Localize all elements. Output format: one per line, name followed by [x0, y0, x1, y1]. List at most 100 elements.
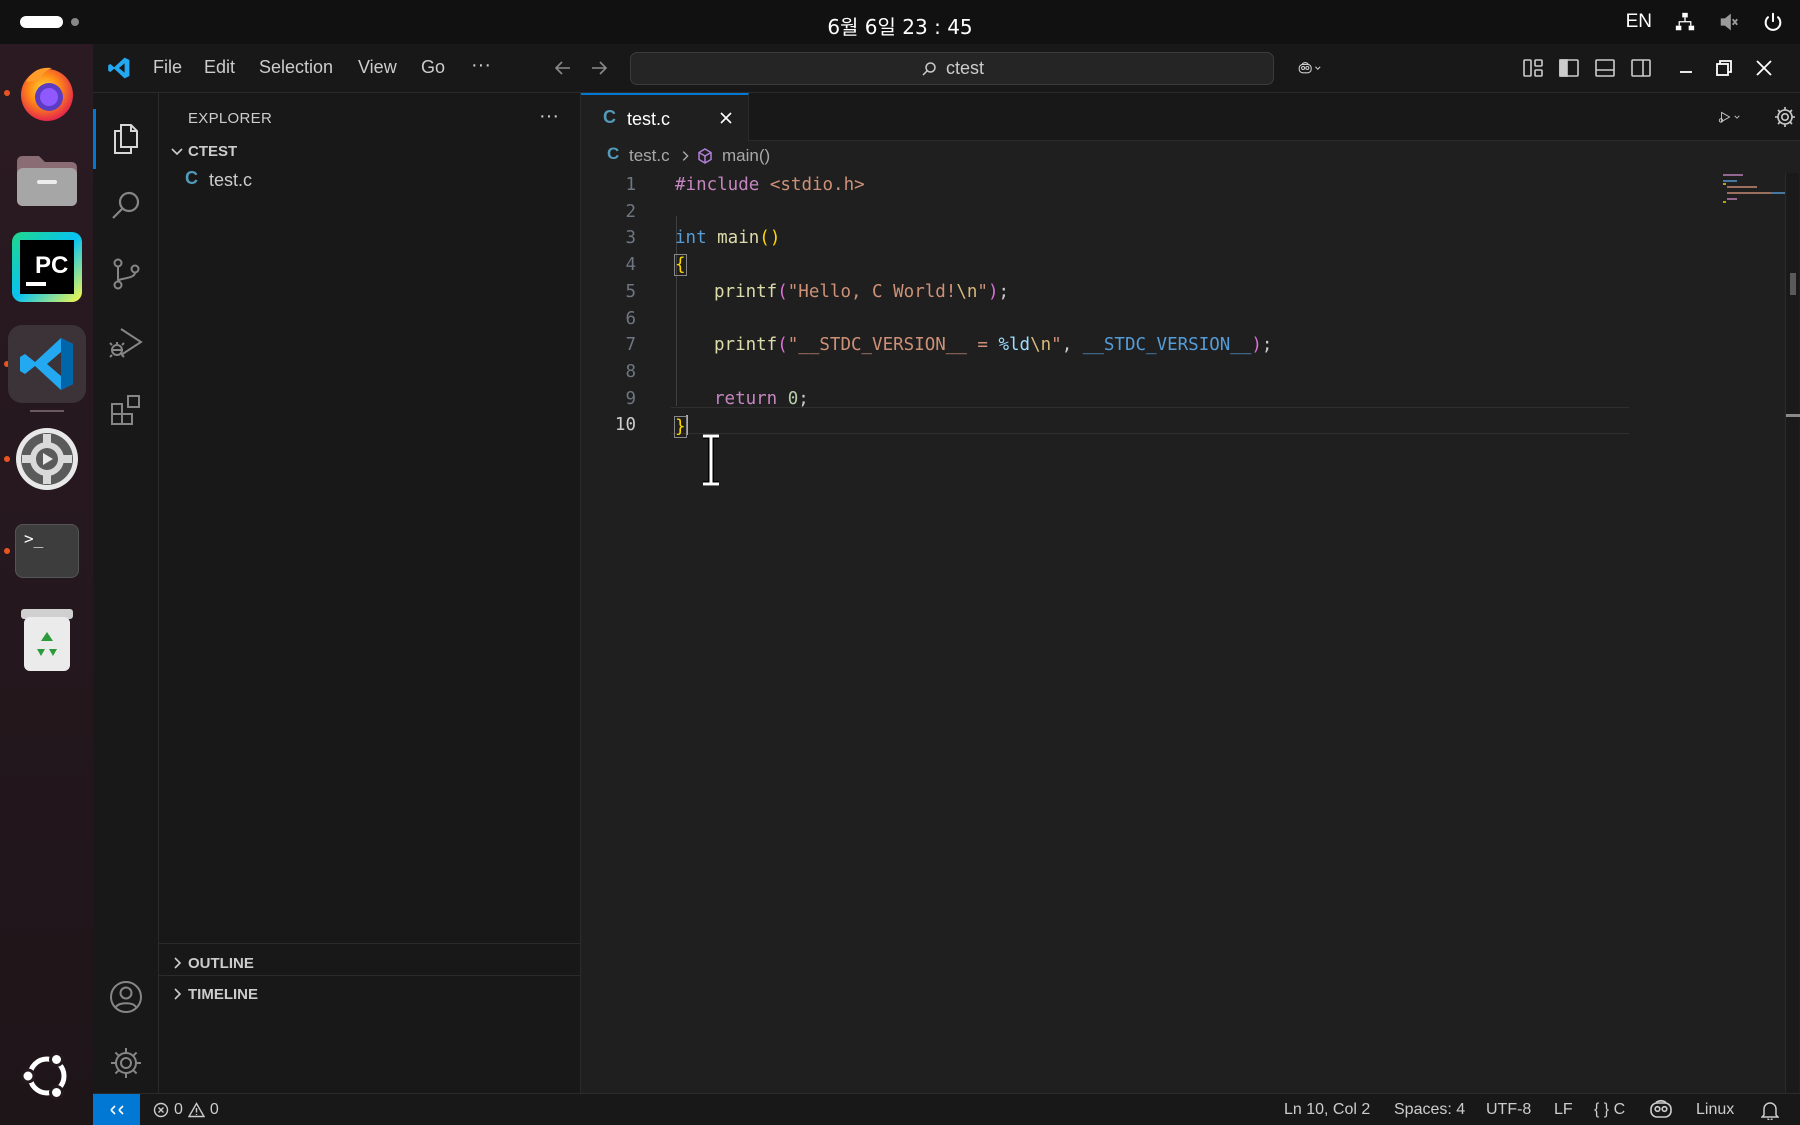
code-line: 3 int main() — [581, 226, 1631, 252]
minimize-icon[interactable] — [1674, 56, 1698, 80]
ubuntu-dock: PC >_ — [0, 44, 93, 1125]
manage-gear-icon[interactable] — [107, 1044, 145, 1082]
line-number: 4 — [625, 255, 636, 276]
notifications-bell-icon[interactable] — [1760, 1100, 1780, 1125]
trash-launcher[interactable] — [8, 601, 86, 679]
line-number: 1 — [625, 175, 636, 195]
indentation[interactable]: Spaces: 4 — [1394, 1101, 1465, 1119]
clock[interactable]: 6월 6일 23 : 45 — [0, 11, 1800, 40]
editor-area: C test.c C test.c main() 1 #include <std… — [581, 93, 1800, 1093]
timeline-section[interactable]: TIMELINE — [159, 980, 581, 1010]
menu-go[interactable]: Go — [421, 57, 445, 78]
folder-section-ctest[interactable]: CTEST — [159, 137, 581, 167]
scrollbar-marker — [1790, 273, 1796, 295]
token: ; — [798, 388, 809, 409]
explorer-files-icon[interactable] — [107, 119, 145, 157]
mouse-ibeam-cursor — [703, 434, 719, 486]
code-line: 1 #include <stdio.h> — [581, 173, 1631, 199]
accounts-icon[interactable] — [107, 978, 145, 1016]
breadcrumb-file[interactable]: test.c — [629, 146, 670, 166]
files-launcher[interactable] — [8, 141, 86, 219]
menu-view[interactable]: View — [358, 57, 397, 78]
power-icon[interactable] — [1762, 11, 1784, 33]
command-center-search[interactable]: ctest — [630, 52, 1274, 85]
cursor-position[interactable]: Ln 10, Col 2 — [1284, 1101, 1370, 1119]
volume-muted-icon[interactable] — [1718, 11, 1740, 33]
chevron-right-icon — [682, 151, 689, 161]
sidebar-title: EXPLORER — [188, 110, 273, 127]
run-debug-dropdown-icon[interactable] — [1717, 105, 1759, 129]
token: { — [674, 254, 687, 277]
token: ( — [777, 335, 788, 356]
copilot-status-icon[interactable] — [1650, 1099, 1672, 1124]
menu-file[interactable]: File — [153, 57, 182, 78]
activity-bar — [93, 93, 159, 1093]
network-icon[interactable] — [1674, 11, 1696, 33]
token: main — [706, 228, 760, 249]
settings-launcher[interactable] — [8, 420, 86, 498]
code-line: 2 — [581, 200, 1631, 226]
sidebar-divider — [159, 943, 581, 944]
search-icon[interactable] — [107, 187, 145, 225]
firefox-launcher[interactable] — [8, 54, 86, 132]
close-window-icon[interactable] — [1752, 56, 1776, 80]
token: \n — [1030, 335, 1052, 356]
close-tab-icon[interactable] — [717, 109, 735, 127]
restore-icon[interactable] — [1712, 56, 1736, 80]
show-apps-button[interactable] — [8, 1037, 86, 1115]
token: <stdio.h> — [759, 175, 865, 195]
remote-icon — [109, 1105, 124, 1115]
vertical-scrollbar[interactable] — [1785, 173, 1800, 1093]
code-line: 10 } — [581, 413, 1631, 439]
source-control-icon[interactable] — [107, 255, 145, 293]
toggle-panel-icon[interactable] — [1593, 56, 1617, 80]
chevron-right-icon — [174, 988, 182, 1000]
menu-edit[interactable]: Edit — [204, 57, 235, 78]
settings-gear-icon[interactable] — [1773, 105, 1797, 129]
token: ; — [1261, 335, 1273, 356]
menu-selection[interactable]: Selection — [259, 57, 333, 78]
warning-icon — [187, 1102, 205, 1118]
extensions-icon[interactable] — [107, 391, 145, 429]
forward-arrow-icon[interactable] — [587, 56, 611, 80]
token: "__STDC_VERSION__ = — [787, 335, 999, 356]
menu-more[interactable]: ··· — [471, 54, 491, 77]
pycharm-launcher[interactable]: PC — [8, 228, 86, 306]
encoding[interactable]: UTF-8 — [1486, 1101, 1531, 1119]
end-of-line[interactable]: LF — [1554, 1101, 1573, 1119]
minimap[interactable] — [1723, 173, 1793, 213]
code-line: 9 return 0; — [581, 387, 1631, 413]
toggle-primary-sidebar-icon[interactable] — [1557, 56, 1581, 80]
token: int — [675, 228, 707, 249]
sidebar-more-actions[interactable]: ··· — [539, 105, 559, 128]
system-tray[interactable]: EN — [1626, 10, 1784, 34]
line-number: 3 — [625, 228, 636, 249]
code-line: 6 — [581, 307, 1631, 333]
copilot-menu-icon[interactable] — [1298, 56, 1338, 80]
token: , — [1061, 335, 1083, 356]
platform-indicator[interactable]: Linux — [1696, 1101, 1734, 1119]
back-arrow-icon[interactable] — [551, 56, 575, 80]
language-mode[interactable]: { } C — [1594, 1101, 1625, 1119]
customize-layout-icon[interactable] — [1521, 56, 1545, 80]
vscode-launcher[interactable] — [8, 325, 86, 403]
token: printf — [714, 335, 778, 356]
folder-icon — [17, 156, 77, 206]
token: return — [714, 388, 778, 409]
breadcrumb-symbol[interactable]: main() — [722, 146, 770, 166]
dock-separator — [30, 410, 64, 412]
command-center-text: ctest — [945, 58, 984, 78]
problems-indicator[interactable]: 0 0 — [153, 1101, 219, 1119]
tab-test-c[interactable]: C test.c — [581, 93, 749, 141]
activity-active-indicator — [93, 109, 96, 169]
run-and-debug-icon[interactable] — [107, 323, 145, 361]
terminal-launcher[interactable]: >_ — [8, 512, 86, 590]
toggle-secondary-sidebar-icon[interactable] — [1629, 56, 1653, 80]
token: #include — [675, 175, 760, 195]
token: ( — [777, 281, 788, 302]
symbol-method-icon — [698, 148, 712, 164]
remote-window-button[interactable] — [93, 1094, 140, 1125]
input-language[interactable]: EN — [1626, 11, 1652, 33]
error-count: 0 — [174, 1101, 183, 1118]
file-item-test-c[interactable]: C test.c — [159, 165, 581, 195]
